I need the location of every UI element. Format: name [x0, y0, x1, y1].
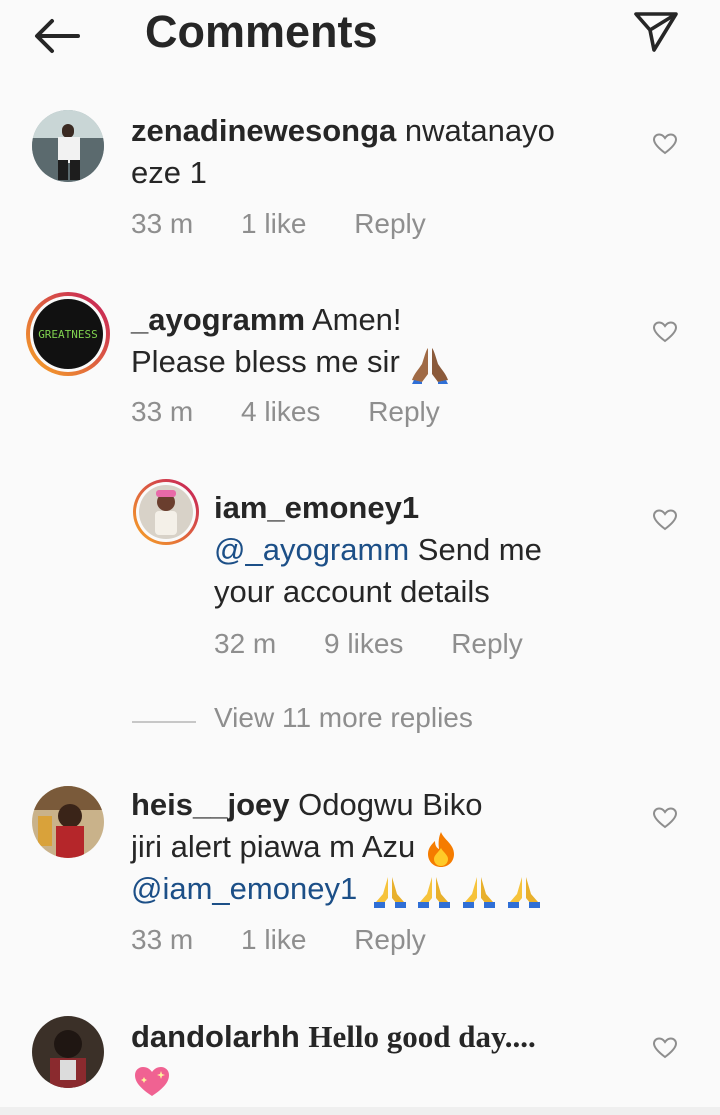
reply-item: iam_emoney1 @_ayogramm Send me your acco…	[0, 478, 720, 678]
praying-hands-emoji-row	[372, 871, 542, 908]
comment-meta: 33 m 4 likes Reply	[131, 396, 440, 428]
comment-body: Hello good day....	[308, 1019, 536, 1054]
praying-hands-emoji-icon	[463, 876, 496, 908]
comment-body: Odogwu Biko	[298, 787, 483, 822]
reply-button[interactable]: Reply	[368, 396, 440, 428]
divider	[132, 721, 196, 723]
praying-hands-emoji-icon	[507, 876, 540, 908]
comment-text: dandolarhh Hello good day....	[131, 1016, 621, 1100]
comment-time: 32 m	[214, 628, 277, 659]
comment-username[interactable]: iam_emoney1	[214, 490, 419, 525]
reply-button[interactable]: Reply	[354, 208, 426, 240]
heart-icon[interactable]	[652, 508, 678, 532]
comment-item: heis__joey Odogwu Biko jiri alert piawa …	[0, 776, 720, 976]
reply-button[interactable]: Reply	[451, 628, 523, 660]
view-more-replies-button[interactable]: View 11 more replies	[132, 700, 552, 740]
view-more-replies-label: View 11 more replies	[214, 702, 473, 733]
avatar-text: GREATNESS	[38, 328, 98, 341]
send-paper-plane-icon[interactable]	[632, 10, 680, 54]
heart-icon[interactable]	[652, 320, 678, 344]
top-bar: Comments	[0, 0, 720, 72]
reply-button[interactable]: Reply	[354, 924, 426, 956]
comment-time: 33 m	[131, 924, 194, 955]
comment-username[interactable]: zenadinewesonga	[131, 113, 396, 148]
sparkling-heart-emoji-icon	[135, 1066, 169, 1096]
heart-icon[interactable]	[652, 1036, 678, 1060]
comment-meta: 33 m 1 like Reply	[131, 924, 426, 956]
avatar[interactable]	[32, 1016, 104, 1088]
mention-link[interactable]: @iam_emoney1	[131, 871, 357, 906]
comment-body-line2: your account details	[214, 574, 490, 609]
praying-hands-emoji-icon	[412, 347, 449, 384]
praying-hands-emoji-icon	[418, 876, 451, 908]
praying-hands-emoji-icon	[373, 876, 406, 908]
comment-text: iam_emoney1 @_ayogramm Send me your acco…	[214, 487, 634, 613]
comment-item: dandolarhh Hello good day....	[0, 1006, 720, 1106]
comment-meta: 32 m 9 likes Reply	[214, 628, 523, 660]
comment-meta: 33 m 1 like Reply	[131, 208, 426, 240]
heart-icon[interactable]	[652, 132, 678, 156]
comment-body: nwatanayo	[404, 113, 555, 148]
comment-item: GREATNESS _ayogramm Amen! Please bless m…	[0, 288, 720, 448]
avatar[interactable]	[32, 110, 104, 182]
comment-body-line2: Please bless me sir	[131, 344, 400, 379]
comment-text: zenadinewesonga nwatanayo eze 1	[131, 110, 621, 194]
avatar[interactable]	[32, 786, 104, 858]
comment-time: 33 m	[131, 396, 194, 427]
comment-likes[interactable]: 9 likes	[324, 628, 403, 660]
comment-text: _ayogramm Amen! Please bless me sir	[131, 299, 621, 384]
back-arrow-icon[interactable]	[30, 14, 82, 58]
comment-username[interactable]: heis__joey	[131, 787, 290, 822]
comment-likes[interactable]: 1 like	[241, 924, 306, 956]
page-title: Comments	[145, 6, 378, 57]
comment-likes[interactable]: 1 like	[241, 208, 306, 240]
comment-body: Amen!	[311, 302, 402, 337]
comment-time: 33 m	[131, 208, 194, 239]
heart-icon[interactable]	[652, 806, 678, 830]
comment-likes[interactable]: 4 likes	[241, 396, 320, 428]
comment-text: heis__joey Odogwu Biko jiri alert piawa …	[131, 784, 621, 910]
comment-username[interactable]: _ayogramm	[131, 302, 305, 337]
comment-body: Send me	[417, 532, 542, 567]
bottom-divider	[0, 1107, 720, 1115]
fire-emoji-icon	[427, 831, 454, 867]
comment-username[interactable]: dandolarhh	[131, 1019, 300, 1054]
avatar-story-ring[interactable]	[132, 478, 200, 546]
comment-body-line2: jiri alert piawa m Azu	[131, 829, 416, 864]
mention-link[interactable]: @_ayogramm	[214, 532, 409, 567]
avatar-story-ring[interactable]: GREATNESS	[24, 290, 112, 378]
comment-body-line2: eze 1	[131, 155, 207, 190]
comment-item: zenadinewesonga nwatanayo eze 1 33 m 1 l…	[0, 100, 720, 260]
